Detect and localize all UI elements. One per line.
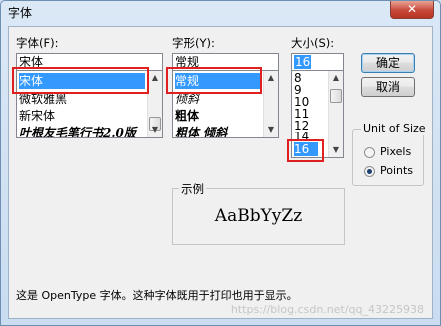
- size-list-scrollbar[interactable]: ▲ ▼: [328, 71, 343, 157]
- scroll-up-icon[interactable]: ▲: [148, 71, 162, 85]
- points-label[interactable]: Points: [380, 164, 413, 177]
- scroll-thumb[interactable]: [330, 89, 342, 103]
- font-list-item[interactable]: 微软雅黑: [19, 91, 67, 107]
- unit-of-size-title: Unit of Size: [361, 122, 428, 135]
- title-bar[interactable]: 字体 ✕: [1, 1, 440, 23]
- size-list-item[interactable]: 16: [294, 142, 318, 156]
- font-list-item[interactable]: 宋体: [19, 73, 145, 89]
- close-icon: ✕: [406, 2, 418, 16]
- font-list-item[interactable]: 叶根友毛笔行书2.0版: [19, 125, 136, 137]
- font-list[interactable]: 宋体 微软雅黑 新宋体 叶根友毛笔行书2.0版 ▲ ▼: [16, 70, 163, 138]
- font-description: 这是 OpenType 字体。这种字体既用于打印也用于显示。: [16, 289, 298, 302]
- style-list[interactable]: 常规 倾斜 粗体 粗体 倾斜 ▲ ▼: [172, 70, 279, 138]
- style-list-item[interactable]: 常规: [175, 73, 261, 89]
- points-radio[interactable]: [364, 166, 375, 177]
- ok-button[interactable]: 确定: [361, 53, 415, 73]
- pixels-radio[interactable]: [364, 147, 375, 158]
- size-list-item[interactable]: 14: [294, 132, 309, 140]
- font-list-scrollbar[interactable]: ▲ ▼: [147, 71, 162, 137]
- close-button[interactable]: ✕: [390, 1, 434, 19]
- cancel-button[interactable]: 取消: [361, 77, 415, 97]
- style-list-item[interactable]: 粗体: [175, 108, 199, 124]
- watermark: https://blog.csdn.net/qq_43225938: [230, 303, 424, 316]
- font-label: 字体(F):: [16, 36, 59, 50]
- scroll-down-icon[interactable]: ▼: [148, 123, 162, 137]
- size-label: 大小(S):: [291, 36, 335, 50]
- scroll-up-icon[interactable]: ▲: [329, 71, 343, 85]
- font-name-input[interactable]: 宋体: [16, 53, 163, 71]
- font-dialog-window: 字体 ✕ 字体(F): 宋体 宋体 微软雅黑 新宋体 叶根友毛笔行书2.0版 ▲…: [0, 0, 441, 326]
- style-list-scrollbar[interactable]: ▲ ▼: [263, 71, 278, 137]
- scroll-down-icon[interactable]: ▼: [264, 123, 278, 137]
- sample-text: AaBbYyZz: [214, 206, 303, 226]
- style-input[interactable]: 常规: [172, 53, 279, 71]
- scroll-down-icon[interactable]: ▼: [329, 143, 343, 157]
- dialog-client-area: 字体(F): 宋体 宋体 微软雅黑 新宋体 叶根友毛笔行书2.0版 ▲ ▼ 字形…: [8, 26, 433, 319]
- size-list-item[interactable]: 12: [294, 120, 309, 132]
- style-list-item[interactable]: 粗体 倾斜: [175, 125, 227, 137]
- size-input[interactable]: 16: [291, 53, 344, 71]
- size-list[interactable]: 8 9 10 11 12 14 16 ▲ ▼: [291, 70, 344, 158]
- pixels-label[interactable]: Pixels: [380, 145, 411, 158]
- font-list-item[interactable]: 新宋体: [19, 108, 55, 124]
- sample-label: 示例: [179, 181, 206, 197]
- scroll-up-icon[interactable]: ▲: [264, 71, 278, 85]
- style-label: 字形(Y):: [172, 36, 215, 50]
- window-title: 字体: [8, 6, 33, 20]
- size-input-value: 16: [294, 55, 312, 69]
- style-list-item[interactable]: 倾斜: [175, 91, 199, 107]
